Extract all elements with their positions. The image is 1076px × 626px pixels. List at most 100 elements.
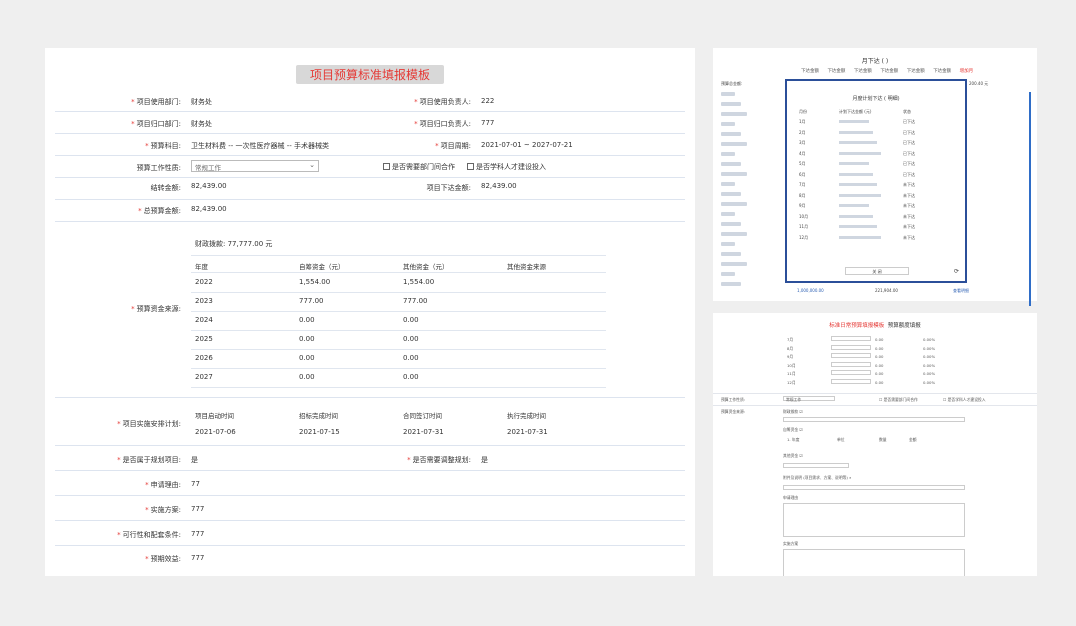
br-attach-input[interactable]: [783, 485, 965, 490]
view-detail-link[interactable]: 查看明细: [953, 288, 969, 294]
fund-year-cell: 2027: [195, 373, 213, 381]
form-row-feasibility: * 可行性和配套条件: 777: [55, 521, 685, 546]
monthly-issue-screenshot: 月下达 ( ) 下达金额 下达金额 下达金额 下达金额 下达金额 下达金额 增加…: [713, 48, 1037, 306]
fund-year-cell: 2024: [195, 316, 213, 324]
br-attach[interactable]: 附件及说明 (项目需求、方案、说明等) ⌕: [783, 475, 851, 481]
dialog-status-cell: 已下达: [903, 161, 915, 166]
tab-issue-6[interactable]: 下达金额: [933, 69, 951, 74]
br-self: 自筹资金 ☑: [783, 427, 803, 432]
dialog-amount-cell: [839, 151, 881, 155]
fund-other-cell: 777.00: [403, 297, 428, 305]
dialog-amount-cell: [839, 204, 869, 207]
scheme-value: 777: [191, 505, 205, 513]
plan-label: * 项目实施安排计划:: [117, 420, 181, 428]
tab-issue-4[interactable]: 下达金额: [880, 69, 898, 74]
chevron-down-icon: ⌄: [309, 161, 315, 169]
dialog-status-cell: 未下达: [903, 213, 915, 219]
dialog-month-cell: 9月: [799, 203, 806, 208]
br-amount-cell: 0.00: [875, 362, 884, 368]
br-amount-input[interactable]: [831, 344, 871, 350]
dialog-amount-cell: [839, 120, 869, 123]
dialog-amount-cell: [839, 183, 877, 186]
br-amount-input[interactable]: [831, 361, 871, 367]
standard-daily-form-screenshot: 标准日常预算填报模板 预算额度填报 7月 0.00 0.00% 8月 0.00 0.00%…: [713, 313, 1037, 576]
blurred-list-item: [721, 272, 735, 276]
dialog-amount-cell: [839, 193, 881, 197]
blurred-list-item: [721, 232, 747, 236]
fund-row-divider: [191, 311, 606, 312]
dialog-header-month: 月份: [799, 109, 807, 114]
fund-self-cell: 0.00: [299, 354, 315, 362]
br-amount-cell: 0.00: [875, 337, 884, 342]
br-amount-input[interactable]: [831, 378, 871, 384]
close-dialog-button[interactable]: 关 闭: [845, 267, 909, 275]
dept-value: 财务处: [191, 98, 212, 106]
scrollbar[interactable]: [1029, 92, 1031, 306]
br-cb1[interactable]: ☐ 是否需要部门间合作: [879, 397, 918, 403]
tab-issue-2[interactable]: 下达金额: [827, 69, 845, 74]
work-nature-label: 预算工作性质:: [136, 164, 181, 172]
fund-other-cell: 0.00: [403, 335, 419, 343]
tab-issue-5[interactable]: 下达金额: [907, 69, 925, 74]
br-percent-cell: 0.00%: [923, 379, 936, 385]
br-other-select[interactable]: [783, 463, 849, 468]
dialog-status-cell: 已下达: [903, 150, 915, 156]
budget-form-panel: 项目预算标准填报模板 * 项目使用部门: 财务处 * 项目使用负责人: 222 * 项…: [45, 48, 695, 576]
blurred-list-item: [721, 152, 735, 156]
fund-header-year: 年度: [195, 263, 208, 271]
br-nature-label: 预算工作性质:: [721, 397, 746, 402]
form-row-carry: 结转金额: 82,439.00 项目下达金额: 82,439.00: [55, 178, 685, 200]
total-label: * 总预算金额:: [138, 207, 181, 215]
dept-label: * 项目使用部门:: [131, 98, 181, 106]
br-percent-cell: 0.00%: [923, 362, 936, 368]
br-reason-textarea[interactable]: [783, 503, 965, 537]
blurred-list-item: [721, 172, 747, 176]
dialog-month-cell: 3月: [799, 140, 806, 145]
br-month-cell: 7月: [787, 337, 794, 342]
br-month-cell: 11月: [787, 371, 796, 376]
tab-add-month[interactable]: 增加月: [960, 69, 974, 74]
adjust-value: 是: [481, 456, 488, 464]
fund-self-cell: 0.00: [299, 373, 315, 381]
dialog-month-cell: 11月: [799, 224, 809, 229]
dialog-status-cell: 已下达: [903, 140, 915, 145]
fund-self-cell: 1,554.00: [299, 278, 331, 286]
dialog-status-cell: 已下达: [903, 119, 915, 124]
carry-value: 82,439.00: [191, 182, 227, 190]
dialog-header-amount: 计划下达金额 (元): [839, 109, 872, 114]
issued-value: 82,439.00: [481, 182, 517, 190]
total-value: 82,439.00: [191, 205, 227, 213]
br-amount-input[interactable]: [831, 353, 871, 358]
fund-self-cell: 777.00: [299, 297, 324, 305]
br-scheme-textarea[interactable]: [783, 549, 965, 576]
form-row-dept: * 项目使用部门: 财务处 * 项目使用负责人: 222: [55, 90, 685, 112]
plan-header-finish: 执行完成时间: [507, 412, 546, 420]
period-value: 2021-07-01 ~ 2027-07-21: [481, 141, 573, 149]
cross-dept-checkbox[interactable]: 是否需要部门间合作: [383, 162, 455, 172]
benefit-value: 777: [191, 554, 205, 562]
br-fiscal-input[interactable]: [783, 417, 965, 422]
tab-issue-3[interactable]: 下达金额: [854, 69, 872, 74]
dialog-status-cell: 未下达: [903, 192, 915, 198]
br-amount-input[interactable]: [831, 336, 871, 341]
carry-label: 结转金额:: [150, 184, 181, 192]
br-amount-cell: 0.00: [875, 371, 884, 376]
br-cb2[interactable]: ☐ 是否学科人才建设投入: [943, 397, 986, 403]
refresh-icon[interactable]: ⟳: [954, 268, 959, 275]
br-nature-select[interactable]: 常规工作: [783, 396, 835, 402]
dialog-month-cell: 1月: [799, 119, 806, 124]
br-amount-cell: 0.00: [875, 354, 884, 359]
fund-row-divider: [191, 387, 606, 388]
form-row-subject: * 预算科目: 卫生材料费 -- 一次性医疗器械 -- 手术器械类 * 项目周期: …: [55, 134, 685, 156]
form-row-benefit: * 预期效益: 777: [55, 546, 685, 571]
br-amount-input[interactable]: [831, 370, 871, 375]
gate-dept-label: * 项目归口部门:: [131, 120, 181, 128]
blurred-list-item: [721, 132, 741, 136]
total-budget-label: 预算总金额:: [721, 81, 743, 86]
adjust-label: * 是否需要调整规划:: [407, 456, 471, 464]
tab-issue-1[interactable]: 下达金额: [801, 69, 819, 74]
form-row-gate-dept: * 项目归口部门: 财务处 * 项目归口负责人: 777: [55, 112, 685, 134]
footer-issued: 221,904.00: [875, 288, 898, 293]
talent-checkbox[interactable]: 是否学科人才建设投入: [467, 162, 546, 172]
work-nature-select[interactable]: 常规工作 ⌄: [191, 160, 319, 172]
